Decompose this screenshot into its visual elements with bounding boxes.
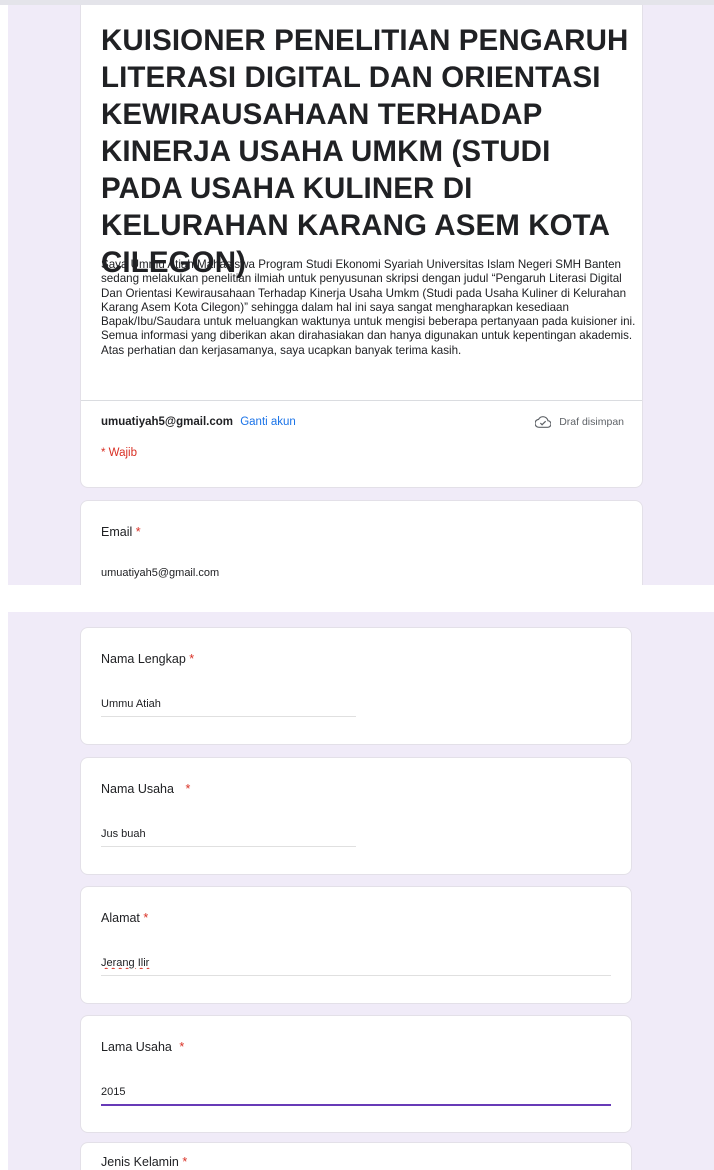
- alamat-input[interactable]: [101, 957, 611, 976]
- required-asterisk: *: [182, 1155, 188, 1169]
- required-asterisk: *: [179, 1040, 185, 1054]
- question-card-alamat: Alamat *: [80, 886, 632, 1004]
- question-card-nama-lengkap: Nama Lengkap *: [80, 627, 632, 745]
- cloud-done-icon: [535, 416, 552, 428]
- account-email: umuatiyah5@gmail.com: [101, 416, 233, 428]
- nama-usaha-input[interactable]: [101, 828, 356, 847]
- required-asterisk: *: [143, 911, 149, 925]
- email-input[interactable]: [101, 567, 361, 585]
- question-label: Jenis Kelamin *: [101, 1155, 188, 1169]
- required-note: * Wajib: [101, 447, 137, 459]
- question-label: Nama Usaha *: [101, 782, 191, 796]
- question-card-jenis-kelamin: Jenis Kelamin *: [80, 1142, 632, 1170]
- form-panel-bottom: Nama Lengkap * Nama Usaha * Alamat * Lam…: [8, 612, 714, 1170]
- form-description: Saya Ummu Atiah Mahasiswa Program Studi …: [101, 258, 636, 357]
- question-card-lama-usaha: Lama Usaha *: [80, 1015, 632, 1133]
- form-panel-top: KUISIONER PENELITIAN PENGARUH LITERASI D…: [8, 5, 714, 585]
- form-header-card: KUISIONER PENELITIAN PENGARUH LITERASI D…: [80, 5, 643, 488]
- lama-usaha-input[interactable]: [101, 1086, 611, 1106]
- required-asterisk: *: [185, 782, 191, 796]
- draft-status-label: Draf disimpan: [559, 416, 624, 428]
- switch-account-link[interactable]: Ganti akun: [240, 416, 296, 428]
- question-card-email: Email *: [80, 500, 643, 585]
- draft-status: Draf disimpan: [535, 416, 624, 428]
- required-asterisk: *: [135, 525, 141, 539]
- question-label: Lama Usaha *: [101, 1040, 185, 1054]
- form-title: KUISIONER PENELITIAN PENGARUH LITERASI D…: [101, 24, 629, 279]
- question-card-nama-usaha: Nama Usaha *: [80, 757, 632, 875]
- nama-lengkap-input[interactable]: [101, 698, 356, 717]
- account-row: umuatiyah5@gmail.com Ganti akun Draf dis…: [101, 416, 624, 434]
- required-asterisk: *: [189, 652, 195, 666]
- question-label: Email *: [101, 525, 141, 539]
- question-label: Nama Lengkap *: [101, 652, 195, 666]
- question-label: Alamat *: [101, 911, 149, 925]
- header-divider: [81, 400, 642, 401]
